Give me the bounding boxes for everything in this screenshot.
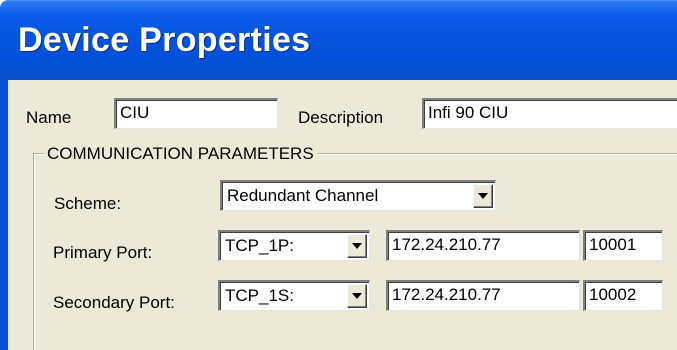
primary-port-dropdown-button[interactable]	[347, 234, 367, 258]
secondary-port-dropdown-button[interactable]	[347, 284, 367, 308]
primary-port-select-value: TCP_1P:	[225, 236, 294, 255]
communication-parameters-title: COMMUNICATION PARAMETERS	[44, 144, 317, 164]
chevron-down-icon	[352, 293, 362, 299]
secondary-port-select-value: TCP_1S:	[225, 286, 294, 305]
scheme-select[interactable]: Redundant Channel	[220, 180, 496, 211]
description-input[interactable]: Infi 90 CIU	[422, 98, 677, 129]
chevron-down-icon	[352, 243, 362, 249]
secondary-ip-input[interactable]: 172.24.210.77	[386, 280, 580, 311]
primary-ip-input[interactable]: 172.24.210.77	[386, 230, 580, 261]
primary-port-label: Primary Port:	[53, 243, 153, 262]
chevron-down-icon	[478, 193, 488, 199]
dialog-body: Name CIU Description Infi 90 CIU COMMUNI…	[0, 80, 677, 350]
name-label: Name	[26, 108, 72, 127]
name-input[interactable]: CIU	[114, 98, 278, 129]
device-properties-window: Device Properties Name CIU Description I…	[0, 0, 677, 350]
description-label: Description	[298, 108, 384, 127]
scheme-dropdown-button[interactable]	[473, 184, 493, 208]
primary-port-select[interactable]: TCP_1P:	[218, 230, 370, 261]
scheme-select-value: Redundant Channel	[227, 186, 379, 205]
secondary-port-select[interactable]: TCP_1S:	[218, 280, 370, 311]
secondary-port-number-input[interactable]: 10002	[583, 280, 663, 311]
window-title: Device Properties	[18, 21, 311, 59]
primary-port-number-input[interactable]: 10001	[583, 230, 663, 261]
secondary-port-label: Secondary Port:	[53, 293, 175, 312]
scheme-label: Scheme:	[54, 194, 122, 213]
title-bar[interactable]: Device Properties	[0, 0, 677, 80]
